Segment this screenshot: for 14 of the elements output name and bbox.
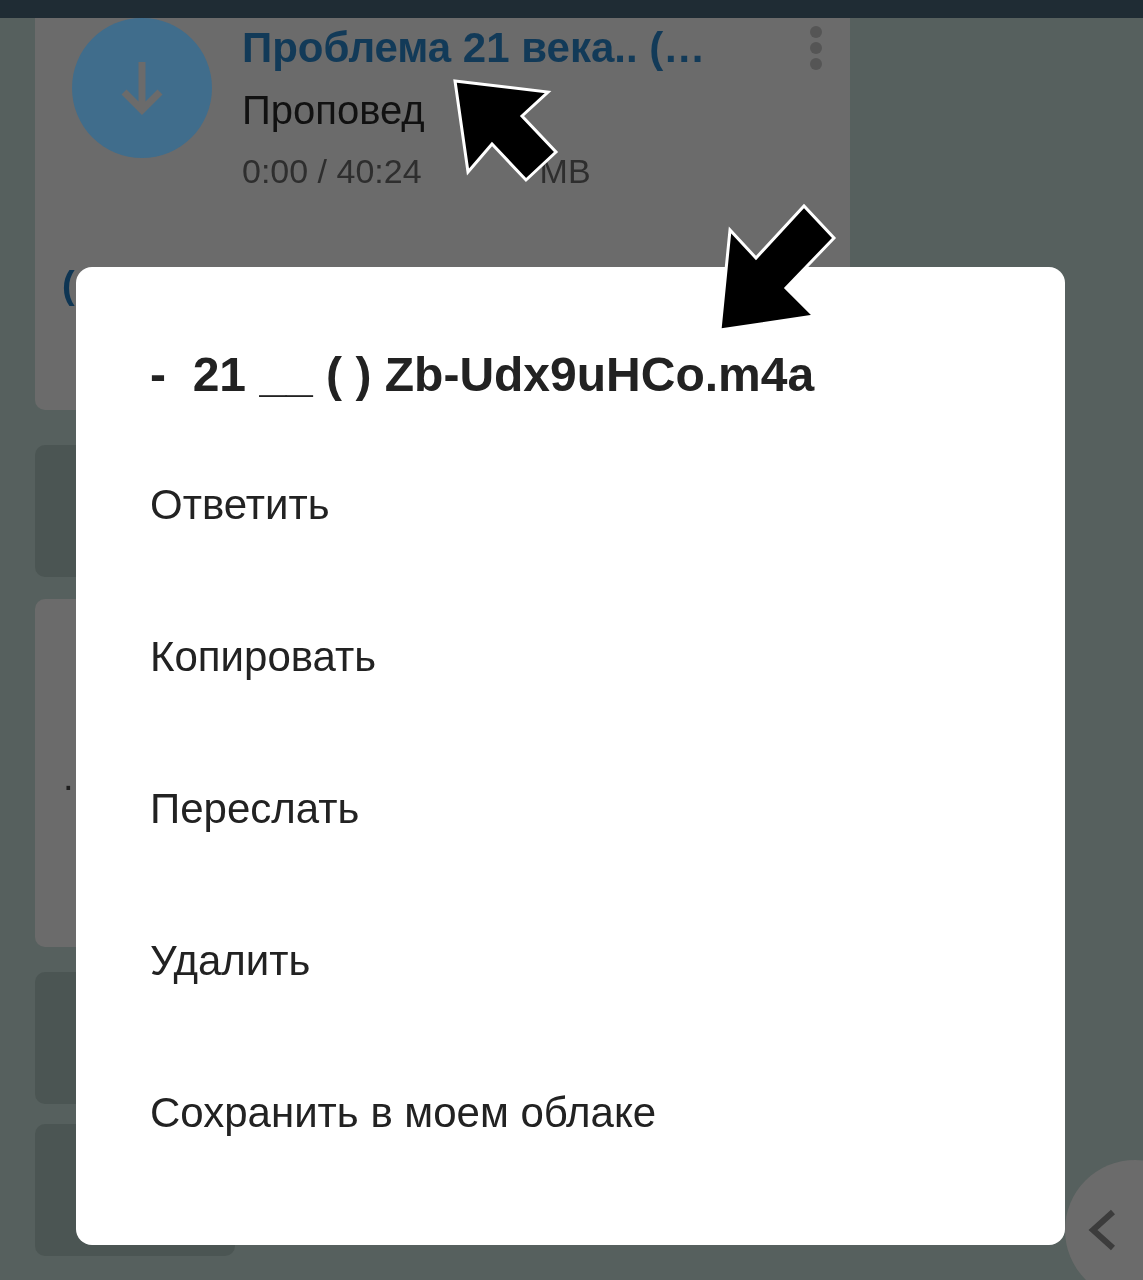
audio-subtitle: Проповед xyxy=(242,87,425,134)
size-unit: MB xyxy=(539,151,591,192)
chevron-left-icon xyxy=(1087,1209,1117,1251)
dialog-title: - 21 __ ( ) Zb-Udx9uHCo.m4a xyxy=(150,347,816,403)
message-text: . xyxy=(63,755,75,800)
menu-item[interactable]: Сохранить в моем облаке xyxy=(150,1083,657,1235)
menu-item[interactable]: Копировать xyxy=(150,627,377,779)
download-icon xyxy=(120,60,164,116)
audio-meta: 0:00 / 40:24 xyxy=(242,151,422,192)
link-fragment: ( xyxy=(62,263,75,308)
audio-title: Проблема 21 века.. (… xyxy=(242,23,706,73)
menu-item[interactable]: Ответить xyxy=(150,475,330,627)
menu-item[interactable]: Удалить xyxy=(150,931,311,1083)
menu-item[interactable]: Переслать xyxy=(150,779,360,931)
